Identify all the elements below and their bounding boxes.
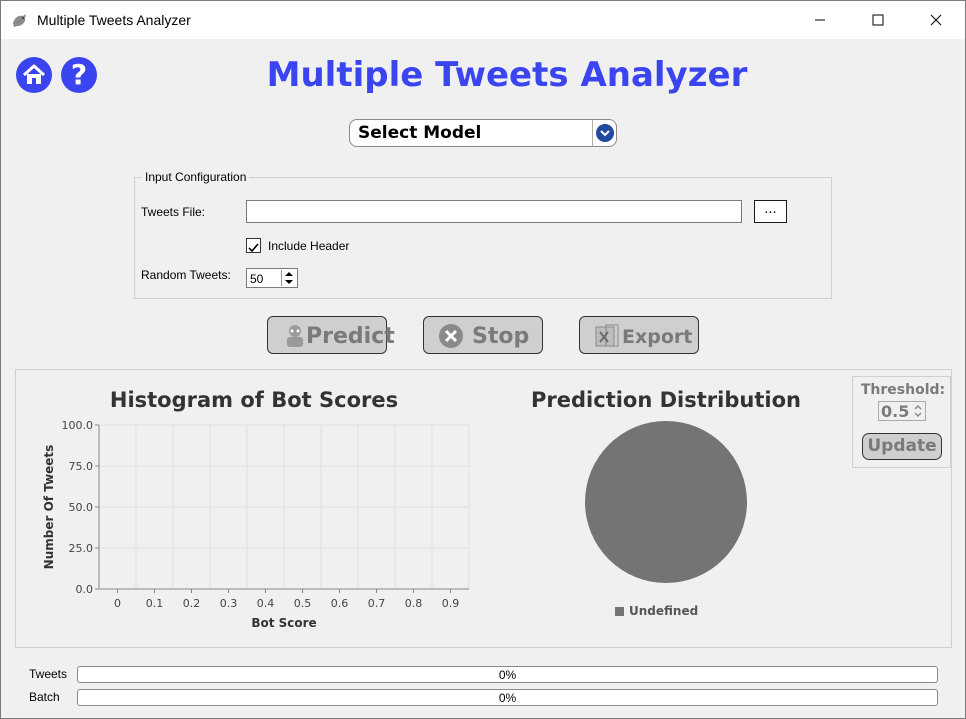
threshold-spinner[interactable]: 0.5 — [878, 401, 926, 421]
tweets-file-input[interactable] — [246, 200, 742, 223]
maximize-icon — [872, 14, 884, 26]
y-tick-label: 50.0 — [69, 501, 94, 514]
include-header-checkbox[interactable] — [246, 238, 261, 253]
browse-file-button[interactable]: ... — [754, 200, 787, 223]
minimize-icon — [815, 19, 825, 21]
x-axis-label: Bot Score — [251, 616, 316, 630]
histogram-chart: 0.0 25.0 50.0 75.0 100.0 0 0.1 0.2 0.3 0.4 0.5 0.6 0… — [42, 419, 470, 630]
x-tick-label: 0.8 — [405, 597, 423, 610]
model-select-value: Select Model — [358, 123, 482, 143]
x-tick-label: 0.9 — [442, 597, 460, 610]
spinner-arrows-icon — [285, 272, 293, 284]
select-divider — [592, 120, 593, 146]
legend-label-undefined: Undefined — [629, 604, 699, 618]
update-label: Update — [867, 436, 937, 456]
stop-x-icon — [439, 324, 463, 348]
batch-progress-text: 0% — [498, 691, 517, 705]
random-tweets-label: Random Tweets: — [141, 268, 231, 282]
update-button[interactable]: Update — [862, 433, 942, 460]
x-tick-label: 0.7 — [368, 597, 386, 610]
predict-button[interactable]: Predict — [267, 316, 395, 354]
threshold-value: 0.5 — [881, 402, 910, 421]
threshold-label: Threshold: — [860, 382, 946, 398]
browse-label: ... — [764, 202, 777, 217]
tweets-progress-label: Tweets — [29, 667, 68, 681]
help-button[interactable]: ? — [61, 57, 97, 93]
batch-progress-label: Batch — [29, 690, 60, 704]
tweets-file-label: Tweets File: — [141, 205, 206, 219]
x-tick-label: 0.4 — [257, 597, 275, 610]
include-header-label: Include Header — [268, 239, 350, 253]
y-tick-label: 100.0 — [62, 419, 94, 432]
export-button[interactable]: Export — [579, 316, 699, 354]
threshold-arrows-icon[interactable] — [912, 403, 924, 419]
pie-slice — [585, 421, 747, 583]
y-tick-label: 25.0 — [69, 542, 94, 555]
x-tick-label: 0.3 — [220, 597, 238, 610]
robot-icon — [287, 325, 303, 347]
pie-chart — [585, 421, 747, 583]
x-tick-label: 0.1 — [146, 597, 164, 610]
input-configuration-title: Input Configuration — [142, 170, 250, 184]
x-tick-label: 0.6 — [331, 597, 349, 610]
app-window: Multiple Tweets Analyzer ? Multiple Twee… — [0, 0, 966, 719]
export-label: Export — [622, 326, 693, 348]
window-title: Multiple Tweets Analyzer — [37, 12, 191, 28]
histogram-title: Histogram of Bot Scores — [109, 388, 399, 412]
input-configuration-group — [134, 177, 832, 299]
batch-progress-bar: 0% — [77, 689, 938, 706]
predict-label: Predict — [306, 324, 395, 349]
help-icon: ? — [70, 58, 88, 91]
y-tick-label: 0.0 — [76, 583, 94, 596]
x-tick-label: 0 — [114, 597, 121, 610]
legend-swatch-undefined — [615, 607, 624, 616]
close-button[interactable] — [907, 1, 965, 39]
x-tick-label: 0.5 — [294, 597, 312, 610]
chevron-down-icon[interactable] — [596, 124, 614, 142]
x-tick-label: 0.2 — [183, 597, 201, 610]
page-title: Multiple Tweets Analyzer — [266, 55, 748, 95]
home-button[interactable] — [16, 57, 52, 93]
tweets-progress-bar: 0% — [77, 666, 938, 683]
y-tick-label: 75.0 — [69, 460, 94, 473]
maximize-button[interactable] — [849, 1, 907, 39]
spinner-arrows[interactable] — [281, 270, 296, 286]
y-axis-label: Number Of Tweets — [42, 445, 56, 570]
title-bar: Multiple Tweets Analyzer — [1, 1, 965, 39]
stop-label: Stop — [472, 324, 530, 349]
model-select[interactable]: Select Model — [349, 119, 617, 147]
random-tweets-value: 50 — [250, 272, 264, 286]
minimize-button[interactable] — [791, 1, 849, 39]
close-icon — [930, 14, 942, 26]
random-tweets-spinner[interactable]: 50 — [246, 268, 298, 288]
stop-button[interactable]: Stop — [423, 316, 543, 354]
checkmark-icon — [248, 243, 259, 253]
excel-icon — [595, 324, 619, 347]
pie-title: Prediction Distribution — [531, 388, 801, 412]
bird-app-icon — [13, 14, 26, 27]
tweets-progress-text: 0% — [498, 668, 517, 682]
home-icon — [22, 64, 46, 84]
